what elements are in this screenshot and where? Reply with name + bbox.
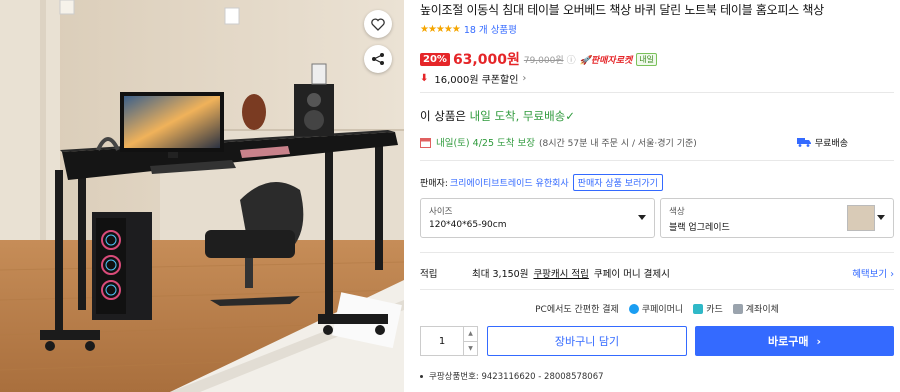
buy-now-button[interactable]: 바로구매 ›	[695, 326, 894, 356]
chevron-right-icon: ›	[522, 73, 527, 84]
seller-products-button[interactable]: 판매자 상품 보러가기	[572, 174, 663, 191]
chevron-right-icon: ›	[890, 269, 894, 280]
points-payment: 쿠페이 머니 결제시	[593, 269, 670, 280]
info-icon[interactable]: ⓘ	[567, 53, 576, 66]
rocket-seller-label: 판매자로켓	[590, 55, 633, 66]
card-icon	[693, 303, 704, 314]
benefit-label: 혜택보기	[852, 269, 888, 280]
divider	[420, 289, 894, 290]
truck-icon	[796, 138, 811, 147]
product-info: 높이조절 이동식 침대 테이블 오버베드 책상 바퀴 달린 노트북 테이블 홈오…	[420, 0, 894, 392]
seller-row: 판매자: 크리에이티브트레이드 유한회사 판매자 상품 보러가기	[420, 174, 663, 191]
delivery-summary: 이 상품은 내일 도착, 무료배송✓	[420, 108, 575, 124]
color-select[interactable]: 색상 블랙 업그레이드	[660, 198, 894, 238]
desk-photo	[0, 0, 404, 392]
divider	[420, 252, 894, 253]
down-arrow-icon: ⬇	[420, 73, 429, 84]
color-thumbnail	[847, 205, 875, 231]
delivery-note: (8시간 57분 내 주문 시 / 서울·경기 기준)	[539, 138, 697, 149]
share-icon	[372, 53, 384, 65]
points-label: 적립	[420, 269, 438, 280]
quantity-spinner: ▲ ▼	[463, 327, 477, 355]
payment-card: 카드	[706, 305, 723, 315]
size-select[interactable]: 사이즈 120*40*65-90cm	[420, 198, 655, 238]
calendar-icon	[420, 137, 431, 148]
discount-badge: 20%	[420, 52, 450, 66]
coupon-amount: 16,000원	[434, 75, 479, 86]
increase-icon[interactable]: ▲	[464, 327, 477, 342]
free-shipping-label: 무료배송	[814, 138, 848, 149]
chevron-down-icon	[877, 215, 885, 220]
coupon-row[interactable]: ⬇ 16,000원 쿠폰할인 ›	[420, 71, 526, 86]
payment-coupay: 쿠페이머니	[641, 305, 684, 315]
coupay-icon	[628, 303, 639, 314]
size-label: 사이즈	[429, 207, 453, 217]
delivery-title-highlight: 내일 도착, 무료배송	[469, 109, 566, 123]
heart-icon	[371, 17, 385, 31]
seller-name-link[interactable]: 크리에이티브트레이드 유한회사	[450, 176, 569, 189]
quantity-stepper[interactable]: 1 ▲ ▼	[420, 326, 478, 356]
add-to-cart-button[interactable]: 장바구니 담기	[487, 326, 687, 356]
seller-label: 판매자:	[420, 179, 448, 189]
delivery-title-prefix: 이 상품은	[420, 109, 470, 123]
divider	[420, 92, 894, 93]
size-value: 120*40*65-90cm	[429, 220, 507, 230]
buy-now-label: 바로구매	[767, 335, 809, 348]
points-max: 최대 3,150원	[472, 269, 529, 280]
price-row: 20% 63,000원 79,000원 ⓘ 🚀판매자로켓 내일	[420, 49, 657, 69]
original-price: 79,000원	[523, 55, 564, 66]
product-title: 높이조절 이동식 침대 테이블 오버베드 책상 바퀴 달린 노트북 테이블 홈오…	[420, 3, 824, 17]
payment-bank: 계좌이체	[745, 305, 779, 315]
divider	[420, 160, 894, 161]
rating-row[interactable]: ★★★★★ 18 개 상품평	[420, 22, 517, 37]
delivery-date: 내일(토) 4/25 도착 보장	[436, 138, 535, 149]
chevron-right-icon: ›	[816, 334, 822, 348]
bullet-icon	[420, 375, 423, 378]
payment-methods: PC에서도 간편한 결제 쿠페이머니 카드 계좌이체	[420, 302, 894, 315]
free-shipping: 무료배송	[796, 136, 848, 149]
payment-intro: PC에서도 간편한 결제	[535, 305, 619, 315]
check-icon: ✓	[565, 109, 575, 123]
benefit-link[interactable]: 혜택보기 ›	[852, 266, 894, 280]
product-image[interactable]	[0, 0, 404, 392]
wishlist-button[interactable]	[364, 10, 392, 38]
points-row: 적립 최대 3,150원 쿠팡캐시 적립 쿠페이 머니 결제시 혜택보기 ›	[420, 266, 894, 280]
product-number: 쿠팡상품번호: 9423116620 - 28008578067	[420, 370, 604, 382]
sale-price: 63,000원	[452, 52, 520, 68]
coupon-label: 쿠폰할인	[481, 75, 519, 86]
share-button[interactable]	[364, 45, 392, 73]
decrease-icon[interactable]: ▼	[464, 342, 477, 356]
delivery-row: 내일(토) 4/25 도착 보장 (8시간 57분 내 주문 시 / 서울·경기…	[420, 135, 894, 149]
coupang-cash-link[interactable]: 쿠팡캐시 적립	[533, 266, 588, 280]
star-rating-icon: ★★★★★	[420, 23, 461, 35]
product-page: 높이조절 이동식 침대 테이블 오버베드 책상 바퀴 달린 노트북 테이블 홈오…	[0, 0, 900, 392]
review-count-link[interactable]: 18 개 상품평	[464, 22, 517, 36]
quantity-input[interactable]: 1	[421, 327, 463, 355]
tomorrow-badge: 내일	[636, 52, 657, 66]
bank-icon	[732, 303, 743, 314]
product-number-text: 쿠팡상품번호: 9423116620 - 28008578067	[429, 372, 604, 382]
rocket-seller-badge: 🚀판매자로켓	[580, 53, 633, 66]
rocket-icon: 🚀	[579, 55, 591, 66]
chevron-down-icon	[638, 215, 646, 220]
